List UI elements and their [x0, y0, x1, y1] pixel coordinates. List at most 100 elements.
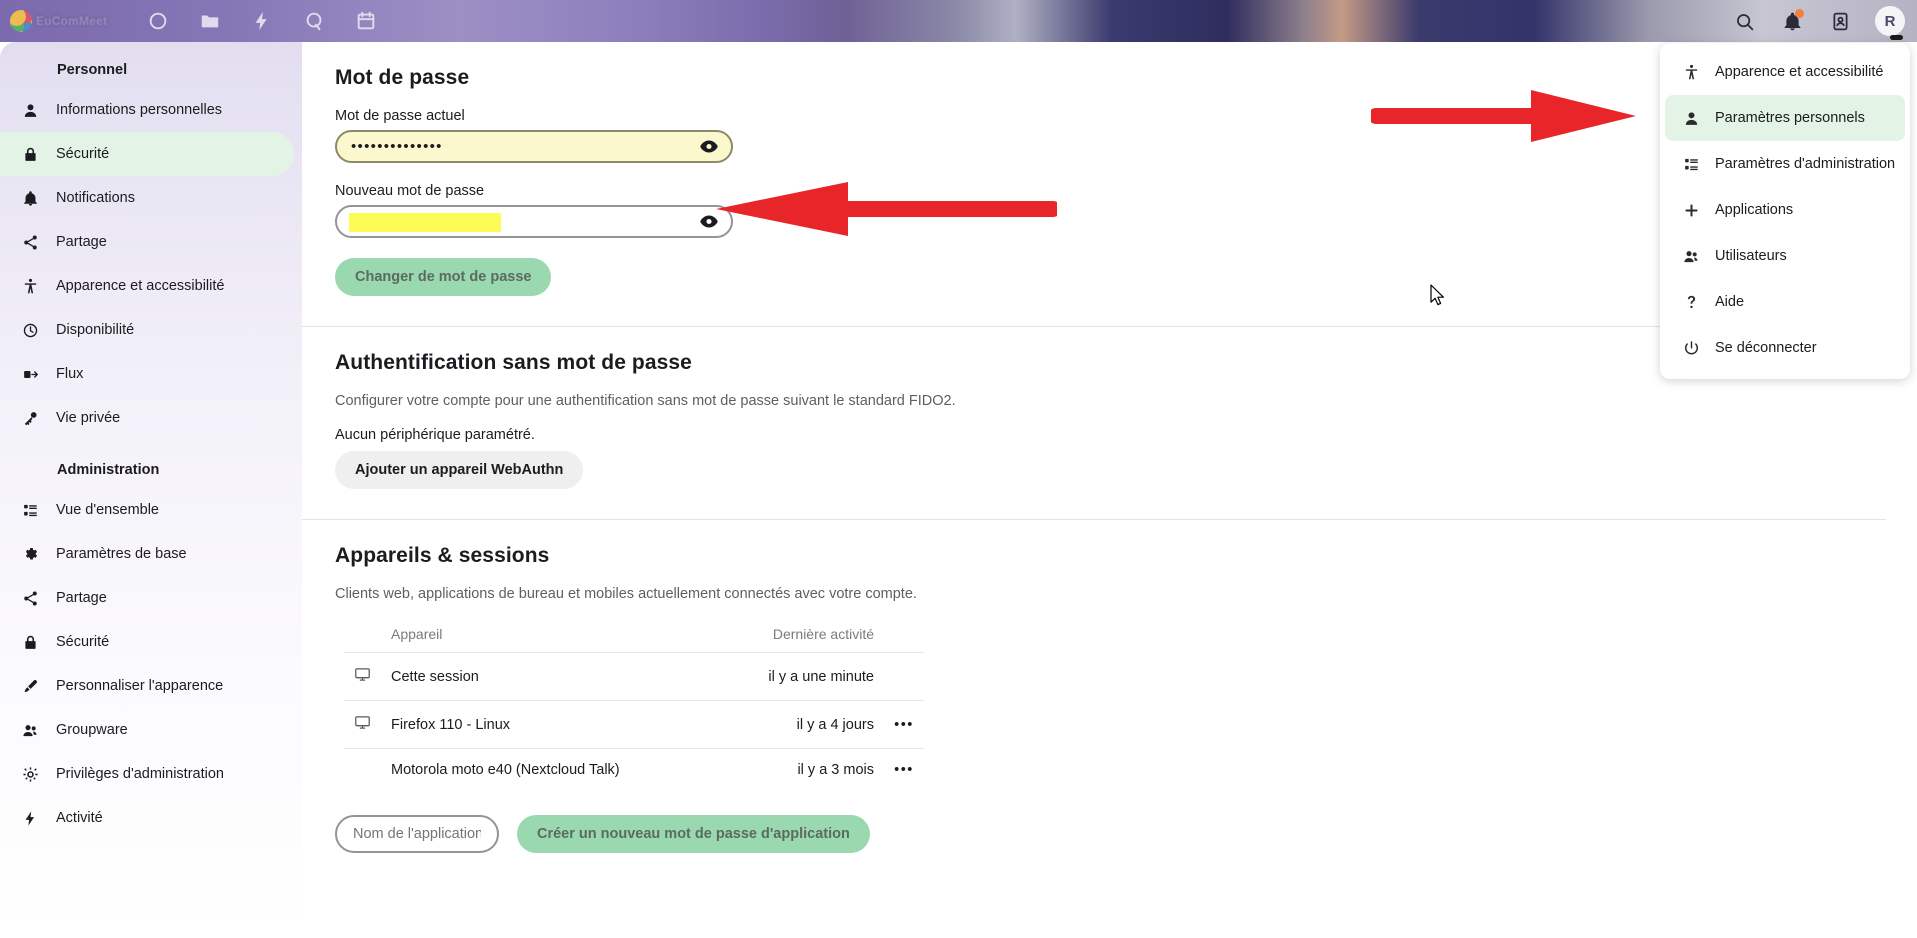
- sidebar-item-label: Sécurité: [56, 146, 110, 162]
- sidebar-item-label: Partage: [56, 590, 107, 606]
- sessions-section: Appareils & sessions Clients web, applic…: [335, 544, 1917, 853]
- sidebar-item-securite-admin[interactable]: Sécurité: [0, 620, 294, 664]
- menu-item-applications[interactable]: Applications: [1665, 187, 1905, 233]
- add-webauthn-device-button[interactable]: Ajouter un appareil WebAuthn: [335, 451, 584, 489]
- table-row[interactable]: Cette session il y a une minute: [344, 652, 924, 701]
- table-header-row: Appareil Dernière activité: [344, 620, 924, 653]
- sidebar-item-securite[interactable]: Sécurité: [0, 132, 294, 176]
- bell-icon: [20, 188, 40, 208]
- device-icon-placeholder: [344, 748, 381, 791]
- menu-item-parametres-personnels[interactable]: Paramètres personnels: [1665, 95, 1905, 141]
- primary-nav-icons: [145, 8, 379, 34]
- plus-icon: [1681, 200, 1701, 220]
- top-header-bar: EuComMeet R: [0, 0, 1917, 42]
- sidebar-item-parametres-de-base[interactable]: Paramètres de base: [0, 532, 294, 576]
- activity-icon[interactable]: [249, 8, 275, 34]
- session-actions-menu: [884, 652, 924, 701]
- col-header-activity: Dernière activité: [772, 626, 874, 642]
- monitor-icon: [344, 700, 381, 749]
- sidebar-item-label: Groupware: [56, 722, 128, 738]
- question-icon: [1681, 292, 1701, 312]
- menu-item-label: Applications: [1715, 202, 1794, 218]
- sidebar-item-activite[interactable]: Activité: [0, 796, 294, 840]
- sidebar-item-label: Sécurité: [56, 634, 110, 650]
- monitor-icon: [344, 652, 381, 701]
- header-right-actions: R: [1731, 0, 1905, 42]
- sidebar-item-informations-personnelles[interactable]: Informations personnelles: [0, 88, 294, 132]
- sidebar-item-disponibilite[interactable]: Disponibilité: [0, 308, 294, 352]
- current-password-input[interactable]: ••••••••••••••: [335, 130, 733, 163]
- share-icon: [20, 232, 40, 252]
- search-icon[interactable]: [1731, 8, 1757, 34]
- sidebar-item-privileges-dadministration[interactable]: Privilèges d'administration: [0, 752, 294, 796]
- new-password-highlight: [349, 213, 501, 232]
- notification-badge: [1795, 9, 1804, 18]
- table-row[interactable]: Firefox 110 - Linux il y a 4 jours •••: [344, 700, 924, 749]
- sidebar-item-label: Vue d'ensemble: [56, 502, 159, 518]
- section-divider: [302, 326, 1886, 327]
- group-icon: [20, 720, 40, 740]
- app-logo[interactable]: EuComMeet: [10, 0, 107, 42]
- session-last-activity: il y a 4 jours: [715, 700, 884, 749]
- sidebar-item-flux[interactable]: Flux: [0, 352, 294, 396]
- avatar-caret-icon: [1890, 35, 1903, 40]
- session-device-name: Firefox 110 - Linux: [381, 700, 716, 749]
- session-actions-menu[interactable]: •••: [884, 748, 924, 791]
- menu-item-parametres-dadministration[interactable]: Paramètres d'administration: [1665, 141, 1905, 187]
- sidebar-item-personnaliser-lapparence[interactable]: Personnaliser l'apparence: [0, 664, 294, 708]
- sidebar-item-groupware[interactable]: Groupware: [0, 708, 294, 752]
- dashboard-icon[interactable]: [145, 8, 171, 34]
- calendar-icon[interactable]: [353, 8, 379, 34]
- notifications-icon[interactable]: [1779, 8, 1805, 34]
- sidebar-item-vue-densemble[interactable]: Vue d'ensemble: [0, 488, 294, 532]
- new-password-input[interactable]: [335, 205, 733, 238]
- logo-mark-icon: [10, 10, 32, 32]
- menu-item-apparence-et-accessibilite[interactable]: Apparence et accessibilité: [1665, 49, 1905, 95]
- sidebar-item-vie-privee[interactable]: Vie privée: [0, 396, 294, 440]
- sidebar-item-label: Flux: [56, 366, 84, 382]
- sidebar-item-notifications[interactable]: Notifications: [0, 176, 294, 220]
- session-device-name: Motorola moto e40 (Nextcloud Talk): [381, 748, 716, 791]
- settings-sidebar: Personnel Informations personnelles Sécu…: [0, 42, 302, 938]
- sessions-title: Appareils & sessions: [335, 544, 550, 567]
- sidebar-item-label: Apparence et accessibilité: [56, 278, 225, 294]
- contacts-icon[interactable]: [1827, 8, 1853, 34]
- session-device-name: Cette session: [381, 652, 716, 701]
- lightning-icon: [20, 808, 40, 828]
- sidebar-item-partage-admin[interactable]: Partage: [0, 576, 294, 620]
- sidebar-item-label: Vie privée: [56, 410, 121, 426]
- menu-item-aide[interactable]: Aide: [1665, 279, 1905, 325]
- key-icon: [20, 408, 40, 428]
- webauthn-description: Configurer votre compte pour une authent…: [335, 393, 956, 409]
- sidebar-item-apparence-accessibilite[interactable]: Apparence et accessibilité: [0, 264, 294, 308]
- user-icon: [1681, 108, 1701, 128]
- toggle-new-password-visibility-icon[interactable]: [699, 212, 719, 232]
- col-header-spacer: [344, 620, 381, 653]
- app-name-input[interactable]: [335, 815, 499, 853]
- avatar[interactable]: R: [1875, 6, 1905, 36]
- files-icon[interactable]: [197, 8, 223, 34]
- list-icon: [20, 500, 40, 520]
- lock-icon: [20, 632, 40, 652]
- sidebar-item-label: Personnaliser l'apparence: [56, 678, 224, 694]
- accessibility-icon: [1681, 62, 1701, 82]
- sidebar-item-partage[interactable]: Partage: [0, 220, 294, 264]
- talk-icon[interactable]: [301, 8, 327, 34]
- col-header-device: Appareil: [391, 626, 443, 642]
- menu-item-label: Paramètres d'administration: [1715, 156, 1896, 172]
- menu-item-se-deconnecter[interactable]: Se déconnecter: [1665, 325, 1905, 371]
- session-actions-menu[interactable]: •••: [884, 700, 924, 749]
- rss-icon: [20, 364, 40, 384]
- menu-item-label: Utilisateurs: [1715, 248, 1787, 264]
- gear-icon: [20, 544, 40, 564]
- change-password-button[interactable]: Changer de mot de passe: [335, 258, 552, 296]
- menu-item-utilisateurs[interactable]: Utilisateurs: [1665, 233, 1905, 279]
- sessions-table: Appareil Dernière activité Cette session…: [344, 620, 924, 791]
- admin-gear-icon: [20, 764, 40, 784]
- table-row[interactable]: Motorola moto e40 (Nextcloud Talk) il y …: [344, 748, 924, 791]
- create-app-password-button[interactable]: Créer un nouveau mot de passe d'applicat…: [517, 815, 870, 853]
- logo-text: EuComMeet: [36, 14, 108, 28]
- sidebar-group-title-personnel: Personnel: [57, 62, 128, 78]
- toggle-current-password-visibility-icon[interactable]: [699, 137, 719, 157]
- sidebar-item-label: Informations personnelles: [56, 102, 223, 118]
